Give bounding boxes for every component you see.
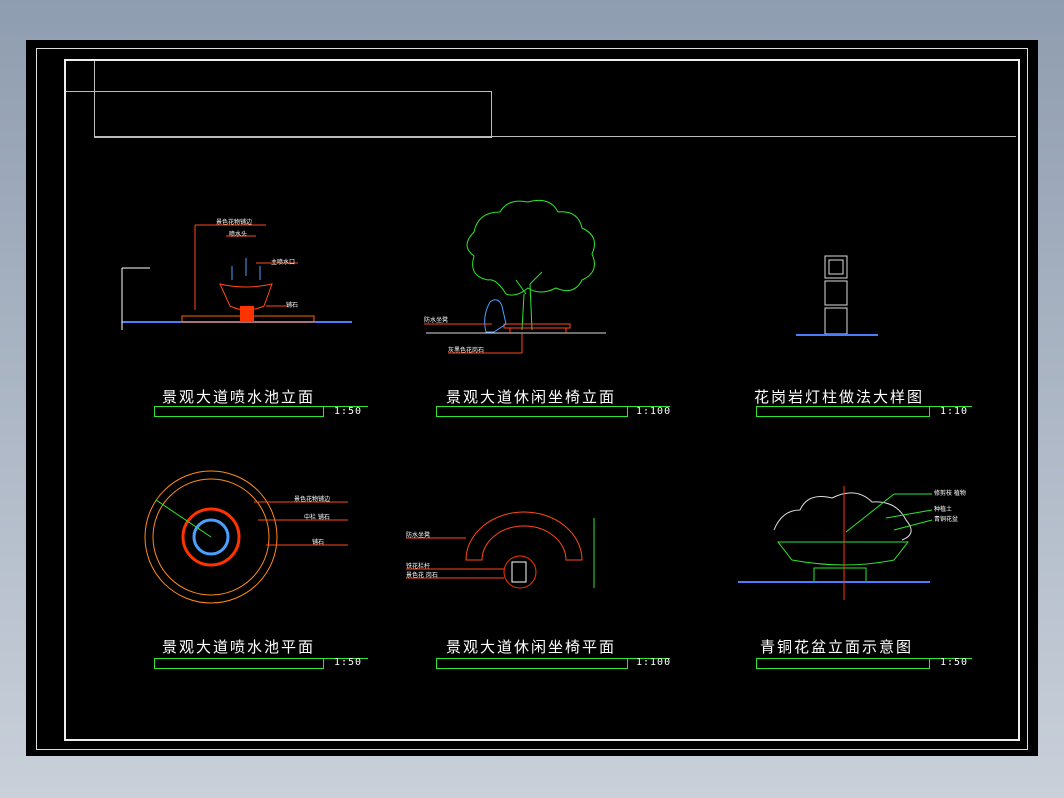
scale-bar: [756, 658, 930, 669]
scale-label: 1:100: [636, 406, 672, 417]
panel-title-bronze-pot: 青铜花盆立面示意图: [760, 638, 914, 656]
panel-title-fountain-plan: 景观大道喷水池平面: [162, 638, 316, 656]
scale-bar: [436, 406, 628, 417]
scale-label: 1:50: [940, 657, 969, 668]
scale-bar: [436, 658, 628, 669]
panel-title-lamp-post: 花岗岩灯柱做法大样图: [754, 388, 925, 406]
panel-title-bench-plan: 景观大道休闲坐椅平面: [446, 638, 617, 656]
scale-label: 1:50: [334, 406, 363, 417]
scale-bar: [154, 658, 324, 669]
cad-drawing-canvas[interactable]: 景色花物铺边 喷水头 主喷水口 铺石 防水坐凳 灰黑色花岗石 景色花物铺边 中栏…: [26, 40, 1038, 756]
label-bronze-pot-0: 修剪枝 植物: [934, 489, 966, 497]
scale-bar: [756, 406, 930, 417]
scale-label: 1:10: [940, 406, 969, 417]
label-bronze-pot-1: 种植土: [934, 505, 952, 513]
panel-title-fountain-elevation: 景观大道喷水池立面: [162, 388, 316, 406]
scale-bar: [154, 406, 324, 417]
panel-title-bench-elevation: 景观大道休闲坐椅立面: [446, 388, 617, 406]
scale-label: 1:50: [334, 657, 363, 668]
label-bronze-pot-2: 青铜花盆: [934, 515, 958, 523]
scale-label: 1:100: [636, 657, 672, 668]
